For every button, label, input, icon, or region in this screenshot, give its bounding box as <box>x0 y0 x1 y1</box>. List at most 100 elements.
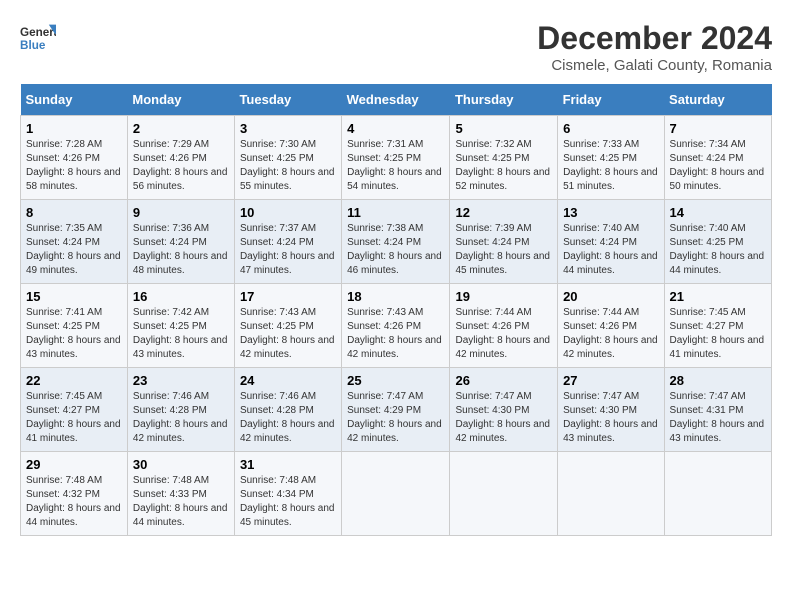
calendar-cell: 15 Sunrise: 7:41 AM Sunset: 4:25 PM Dayl… <box>21 284 128 368</box>
header: General Blue December 2024 Cismele, Gala… <box>20 20 772 74</box>
day-info: Sunrise: 7:34 AM Sunset: 4:24 PM Dayligh… <box>670 138 766 194</box>
day-info: Sunrise: 7:41 AM Sunset: 4:25 PM Dayligh… <box>26 306 122 362</box>
day-info: Sunrise: 7:38 AM Sunset: 4:24 PM Dayligh… <box>347 222 444 278</box>
day-info: Sunrise: 7:46 AM Sunset: 4:28 PM Dayligh… <box>240 390 336 446</box>
calendar-cell: 17 Sunrise: 7:43 AM Sunset: 4:25 PM Dayl… <box>234 284 341 368</box>
day-number: 6 <box>563 121 658 136</box>
day-info: Sunrise: 7:31 AM Sunset: 4:25 PM Dayligh… <box>347 138 444 194</box>
calendar-week-3: 15 Sunrise: 7:41 AM Sunset: 4:25 PM Dayl… <box>21 284 772 368</box>
calendar-week-2: 8 Sunrise: 7:35 AM Sunset: 4:24 PM Dayli… <box>21 200 772 284</box>
day-number: 9 <box>133 205 229 220</box>
calendar-cell: 10 Sunrise: 7:37 AM Sunset: 4:24 PM Dayl… <box>234 200 341 284</box>
day-number: 27 <box>563 373 658 388</box>
day-info: Sunrise: 7:44 AM Sunset: 4:26 PM Dayligh… <box>455 306 552 362</box>
day-info: Sunrise: 7:43 AM Sunset: 4:25 PM Dayligh… <box>240 306 336 362</box>
day-info: Sunrise: 7:47 AM Sunset: 4:29 PM Dayligh… <box>347 390 444 446</box>
day-number: 30 <box>133 457 229 472</box>
calendar-cell: 12 Sunrise: 7:39 AM Sunset: 4:24 PM Dayl… <box>450 200 558 284</box>
day-info: Sunrise: 7:44 AM Sunset: 4:26 PM Dayligh… <box>563 306 658 362</box>
day-info: Sunrise: 7:45 AM Sunset: 4:27 PM Dayligh… <box>670 306 766 362</box>
calendar-week-4: 22 Sunrise: 7:45 AM Sunset: 4:27 PM Dayl… <box>21 368 772 452</box>
header-friday: Friday <box>558 84 664 116</box>
day-number: 28 <box>670 373 766 388</box>
day-info: Sunrise: 7:47 AM Sunset: 4:30 PM Dayligh… <box>563 390 658 446</box>
day-number: 24 <box>240 373 336 388</box>
calendar-cell <box>664 452 771 536</box>
calendar-cell: 4 Sunrise: 7:31 AM Sunset: 4:25 PM Dayli… <box>342 116 450 200</box>
day-info: Sunrise: 7:48 AM Sunset: 4:34 PM Dayligh… <box>240 474 336 530</box>
day-number: 26 <box>455 373 552 388</box>
day-info: Sunrise: 7:47 AM Sunset: 4:30 PM Dayligh… <box>455 390 552 446</box>
day-number: 17 <box>240 289 336 304</box>
calendar-week-1: 1 Sunrise: 7:28 AM Sunset: 4:26 PM Dayli… <box>21 116 772 200</box>
page-container: General Blue December 2024 Cismele, Gala… <box>20 20 772 536</box>
calendar-cell <box>450 452 558 536</box>
header-row: Sunday Monday Tuesday Wednesday Thursday… <box>21 84 772 116</box>
calendar-cell: 9 Sunrise: 7:36 AM Sunset: 4:24 PM Dayli… <box>127 200 234 284</box>
day-info: Sunrise: 7:30 AM Sunset: 4:25 PM Dayligh… <box>240 138 336 194</box>
calendar-cell: 14 Sunrise: 7:40 AM Sunset: 4:25 PM Dayl… <box>664 200 771 284</box>
day-number: 16 <box>133 289 229 304</box>
calendar-cell: 28 Sunrise: 7:47 AM Sunset: 4:31 PM Dayl… <box>664 368 771 452</box>
day-number: 13 <box>563 205 658 220</box>
day-info: Sunrise: 7:46 AM Sunset: 4:28 PM Dayligh… <box>133 390 229 446</box>
header-saturday: Saturday <box>664 84 771 116</box>
calendar-cell: 5 Sunrise: 7:32 AM Sunset: 4:25 PM Dayli… <box>450 116 558 200</box>
calendar-cell: 20 Sunrise: 7:44 AM Sunset: 4:26 PM Dayl… <box>558 284 664 368</box>
day-number: 22 <box>26 373 122 388</box>
day-number: 25 <box>347 373 444 388</box>
svg-text:Blue: Blue <box>20 39 46 52</box>
day-info: Sunrise: 7:33 AM Sunset: 4:25 PM Dayligh… <box>563 138 658 194</box>
day-number: 12 <box>455 205 552 220</box>
day-info: Sunrise: 7:36 AM Sunset: 4:24 PM Dayligh… <box>133 222 229 278</box>
calendar-cell <box>342 452 450 536</box>
day-number: 18 <box>347 289 444 304</box>
day-number: 11 <box>347 205 444 220</box>
day-number: 4 <box>347 121 444 136</box>
day-info: Sunrise: 7:37 AM Sunset: 4:24 PM Dayligh… <box>240 222 336 278</box>
day-info: Sunrise: 7:45 AM Sunset: 4:27 PM Dayligh… <box>26 390 122 446</box>
calendar-cell: 11 Sunrise: 7:38 AM Sunset: 4:24 PM Dayl… <box>342 200 450 284</box>
calendar-cell: 29 Sunrise: 7:48 AM Sunset: 4:32 PM Dayl… <box>21 452 128 536</box>
calendar-cell: 22 Sunrise: 7:45 AM Sunset: 4:27 PM Dayl… <box>21 368 128 452</box>
calendar-cell: 25 Sunrise: 7:47 AM Sunset: 4:29 PM Dayl… <box>342 368 450 452</box>
day-number: 14 <box>670 205 766 220</box>
calendar-body: 1 Sunrise: 7:28 AM Sunset: 4:26 PM Dayli… <box>21 116 772 536</box>
day-info: Sunrise: 7:40 AM Sunset: 4:25 PM Dayligh… <box>670 222 766 278</box>
day-number: 31 <box>240 457 336 472</box>
day-info: Sunrise: 7:48 AM Sunset: 4:33 PM Dayligh… <box>133 474 229 530</box>
day-number: 8 <box>26 205 122 220</box>
day-number: 23 <box>133 373 229 388</box>
calendar-header: Sunday Monday Tuesday Wednesday Thursday… <box>21 84 772 116</box>
calendar-cell: 26 Sunrise: 7:47 AM Sunset: 4:30 PM Dayl… <box>450 368 558 452</box>
day-info: Sunrise: 7:43 AM Sunset: 4:26 PM Dayligh… <box>347 306 444 362</box>
day-number: 2 <box>133 121 229 136</box>
header-monday: Monday <box>127 84 234 116</box>
calendar-cell: 23 Sunrise: 7:46 AM Sunset: 4:28 PM Dayl… <box>127 368 234 452</box>
calendar-cell: 16 Sunrise: 7:42 AM Sunset: 4:25 PM Dayl… <box>127 284 234 368</box>
day-number: 1 <box>26 121 122 136</box>
calendar-cell: 13 Sunrise: 7:40 AM Sunset: 4:24 PM Dayl… <box>558 200 664 284</box>
day-number: 5 <box>455 121 552 136</box>
calendar-cell: 21 Sunrise: 7:45 AM Sunset: 4:27 PM Dayl… <box>664 284 771 368</box>
header-sunday: Sunday <box>21 84 128 116</box>
calendar-cell: 2 Sunrise: 7:29 AM Sunset: 4:26 PM Dayli… <box>127 116 234 200</box>
main-title: December 2024 <box>537 20 772 57</box>
header-tuesday: Tuesday <box>234 84 341 116</box>
subtitle: Cismele, Galati County, Romania <box>537 57 772 74</box>
day-info: Sunrise: 7:48 AM Sunset: 4:32 PM Dayligh… <box>26 474 122 530</box>
header-thursday: Thursday <box>450 84 558 116</box>
day-number: 15 <box>26 289 122 304</box>
calendar-cell <box>558 452 664 536</box>
calendar-cell: 6 Sunrise: 7:33 AM Sunset: 4:25 PM Dayli… <box>558 116 664 200</box>
calendar-table: Sunday Monday Tuesday Wednesday Thursday… <box>20 84 772 536</box>
day-info: Sunrise: 7:42 AM Sunset: 4:25 PM Dayligh… <box>133 306 229 362</box>
logo-icon: General Blue <box>20 20 56 56</box>
day-number: 29 <box>26 457 122 472</box>
day-info: Sunrise: 7:35 AM Sunset: 4:24 PM Dayligh… <box>26 222 122 278</box>
day-info: Sunrise: 7:29 AM Sunset: 4:26 PM Dayligh… <box>133 138 229 194</box>
day-info: Sunrise: 7:40 AM Sunset: 4:24 PM Dayligh… <box>563 222 658 278</box>
calendar-cell: 24 Sunrise: 7:46 AM Sunset: 4:28 PM Dayl… <box>234 368 341 452</box>
day-info: Sunrise: 7:28 AM Sunset: 4:26 PM Dayligh… <box>26 138 122 194</box>
day-number: 10 <box>240 205 336 220</box>
